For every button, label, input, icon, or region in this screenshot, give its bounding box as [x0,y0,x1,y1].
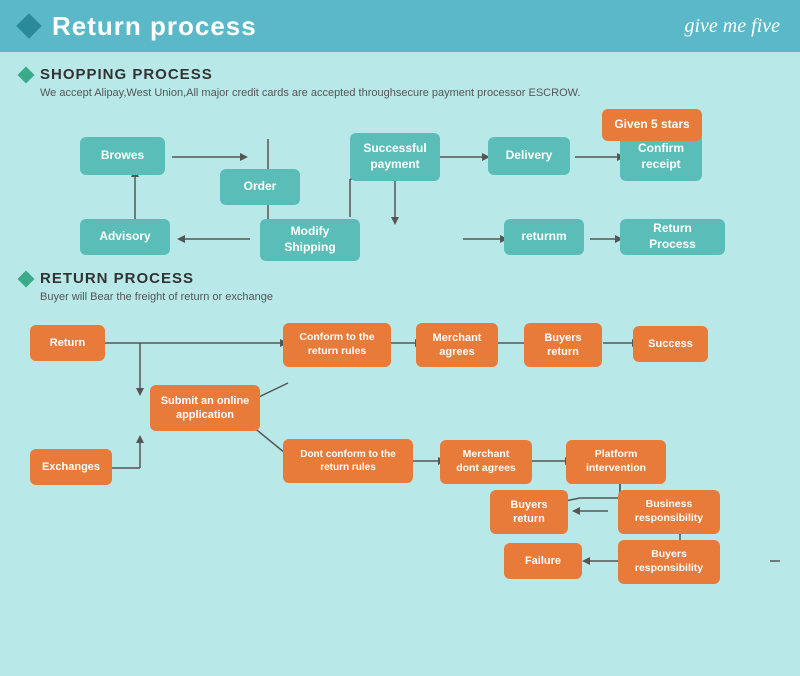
shopping-section-title: SHOPPING PROCESS [40,66,213,83]
failure-box: Failure [504,543,582,579]
return-section-desc: Buyer will Bear the freight of return or… [20,291,780,303]
merchant-agrees-box: Merchant agrees [416,323,498,367]
business-responsibility-box: Business responsibility [618,490,720,534]
buyers-return-2-box: Buyers return [490,490,568,534]
conform-return-rules-box: Conform to the return rules [283,323,391,367]
success-box: Success [633,326,708,362]
section-diamond-icon [18,66,35,83]
successful-payment-box: Successful payment [350,133,440,181]
page-title: Return process [52,11,257,42]
return-section-title: RETURN PROCESS [40,270,194,287]
browes-box: Browes [80,137,165,175]
return-section-diamond-icon [18,270,35,287]
exchanges-box: Exchanges [30,449,112,485]
delivery-box: Delivery [488,137,570,175]
platform-intervention-box: Platform intervention [566,440,666,484]
page-header: Return process give me five [0,0,800,52]
submit-online-box: Submit an online application [150,385,260,431]
merchant-dont-agrees-box: Merchant dont agrees [440,440,532,484]
buyers-return-1-box: Buyers return [524,323,602,367]
brand-logo: give me five [685,15,781,38]
modify-shipping-box: Modify Shipping [260,219,360,261]
return-process-box: Return Process [620,219,725,255]
return-diagram: Return Exchanges Submit an online applic… [20,313,780,593]
order-box: Order [220,169,300,205]
dont-conform-return-rules-box: Dont conform to the return rules [283,439,413,483]
shopping-section-header: SHOPPING PROCESS [20,66,780,83]
advisory-box: Advisory [80,219,170,255]
buyers-responsibility-box: Buyers responsibility [618,540,720,584]
return-section-header: RETURN PROCESS [20,270,780,287]
header-diamond-icon [16,13,41,38]
shopping-section-desc: We accept Alipay,West Union,All major cr… [20,87,780,99]
returnm-box: returnm [504,219,584,255]
return-box: Return [30,325,105,361]
given-5-stars-box: Given 5 stars [602,109,702,141]
shopping-diagram: Browes Order Advisory Modify Shipping Su… [20,109,780,264]
main-content: SHOPPING PROCESS We accept Alipay,West U… [0,52,800,607]
